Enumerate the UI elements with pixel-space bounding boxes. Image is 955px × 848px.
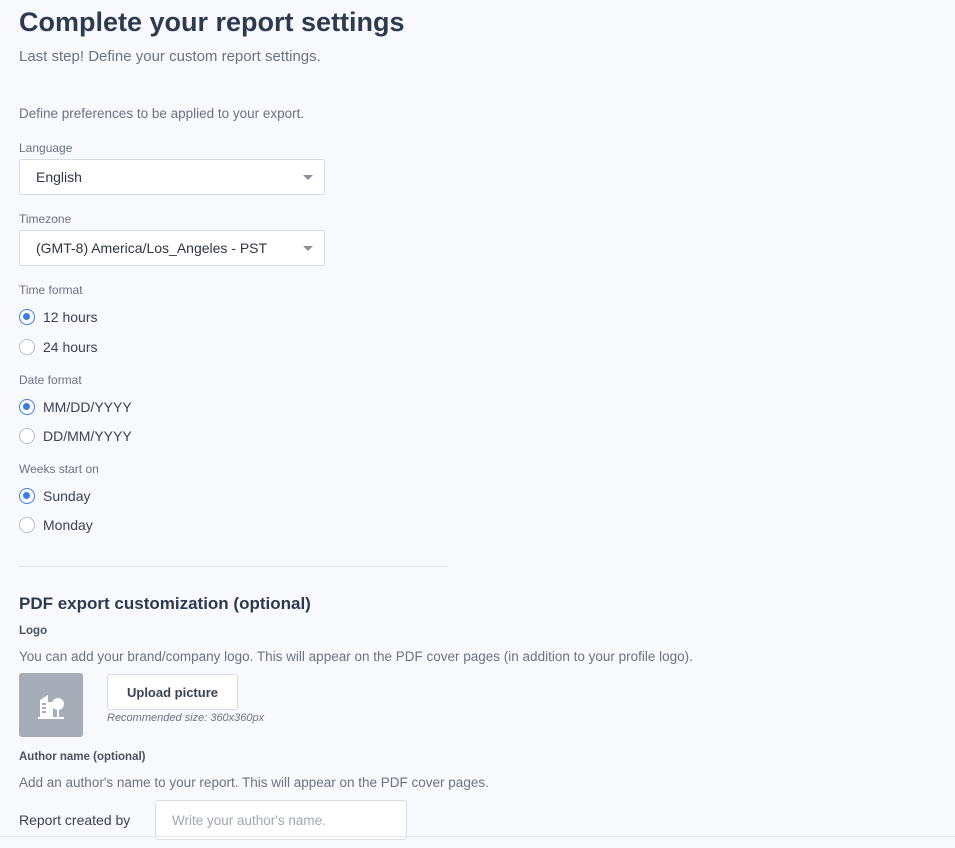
report-created-by-label: Report created by xyxy=(19,812,131,828)
language-select[interactable]: English xyxy=(19,159,325,195)
chevron-down-icon xyxy=(303,175,313,180)
author-help-text: Add an author's name to your report. Thi… xyxy=(19,775,489,790)
radio-label: MM/DD/YYYY xyxy=(43,399,132,415)
section-divider xyxy=(19,566,448,567)
logo-preview xyxy=(19,673,83,737)
radio-button[interactable] xyxy=(19,517,35,533)
radio-button-selected[interactable] xyxy=(19,399,35,415)
radio-label: 24 hours xyxy=(43,339,98,355)
radio-button[interactable] xyxy=(19,339,35,355)
logo-label: Logo xyxy=(19,625,48,637)
radio-label: Sunday xyxy=(43,488,91,504)
author-name-label: Author name (optional) xyxy=(19,751,146,763)
timezone-select-value: (GMT-8) America/Los_Angeles - PST xyxy=(36,240,268,256)
building-tree-icon xyxy=(38,695,64,719)
time-format-option-12h[interactable]: 12 hours xyxy=(19,309,97,325)
radio-label: DD/MM/YYYY xyxy=(43,428,132,444)
language-label: Language xyxy=(19,141,73,155)
footer-divider xyxy=(0,836,955,837)
logo-help-text: You can add your brand/company logo. Thi… xyxy=(19,649,693,664)
recommended-size-hint: Recommended size: 360x360px xyxy=(107,712,265,724)
pdf-section-title: PDF export customization (optional) xyxy=(19,594,311,613)
chevron-down-icon xyxy=(303,246,313,251)
preferences-intro: Define preferences to be applied to your… xyxy=(19,106,305,121)
report-settings-page: Complete your report settings Last step!… xyxy=(0,0,955,848)
week-start-option-monday[interactable]: Monday xyxy=(19,517,93,533)
date-format-option-mdy[interactable]: MM/DD/YYYY xyxy=(19,399,132,415)
time-format-label: Time format xyxy=(19,283,83,297)
date-format-label: Date format xyxy=(19,373,82,387)
language-select-value: English xyxy=(36,169,82,185)
week-start-label: Weeks start on xyxy=(19,462,99,476)
radio-button-selected[interactable] xyxy=(19,309,35,325)
page-subtitle: Last step! Define your custom report set… xyxy=(19,48,321,65)
timezone-label: Timezone xyxy=(19,212,72,226)
radio-button-selected[interactable] xyxy=(19,488,35,504)
timezone-select[interactable]: (GMT-8) America/Los_Angeles - PST xyxy=(19,230,325,266)
radio-label: 12 hours xyxy=(43,309,98,325)
author-name-input[interactable] xyxy=(155,800,407,840)
date-format-option-dmy[interactable]: DD/MM/YYYY xyxy=(19,428,132,444)
week-start-option-sunday[interactable]: Sunday xyxy=(19,488,90,504)
page-title: Complete your report settings xyxy=(19,7,405,37)
upload-picture-button[interactable]: Upload picture xyxy=(107,674,238,710)
radio-button[interactable] xyxy=(19,428,35,444)
time-format-option-24h[interactable]: 24 hours xyxy=(19,339,97,355)
radio-label: Monday xyxy=(43,517,93,533)
